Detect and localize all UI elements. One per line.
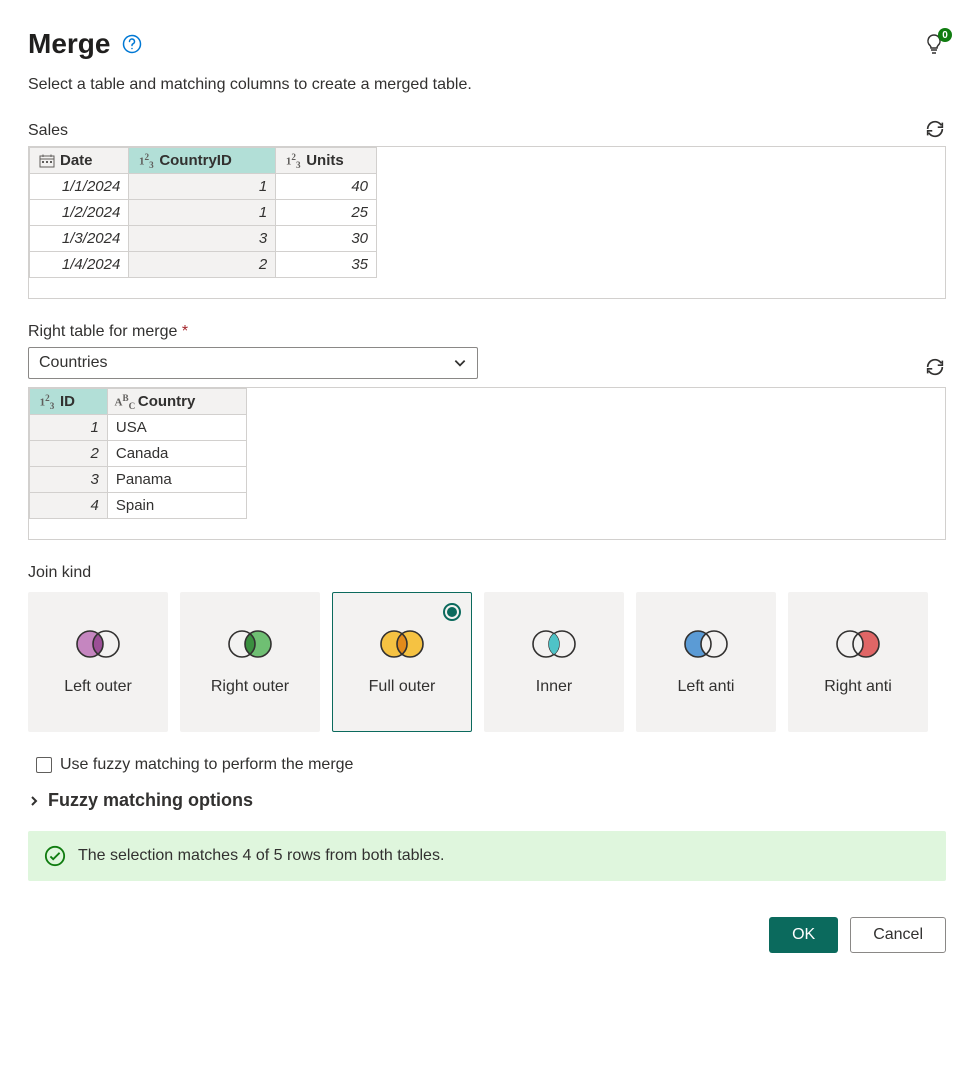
datatype-icon: ABC — [116, 395, 134, 409]
column-header[interactable]: ABCCountry — [107, 389, 246, 415]
join-option-right-outer[interactable]: Right outer — [180, 592, 320, 732]
right-table-preview[interactable]: 123IDABCCountry 1USA2Canada3Panama4Spain — [28, 387, 946, 540]
check-circle-icon — [44, 845, 66, 867]
datatype-icon: 123 — [38, 395, 56, 409]
venn-diagram-icon — [528, 628, 580, 665]
column-header[interactable]: Date — [30, 148, 129, 174]
fuzzy-matching-checkbox[interactable] — [36, 757, 52, 773]
join-option-right-anti[interactable]: Right anti — [788, 592, 928, 732]
right-table-select-value: Countries — [39, 354, 107, 372]
refresh-icon — [924, 356, 946, 378]
join-option-label: Inner — [536, 677, 572, 696]
refresh-left-button[interactable] — [924, 118, 946, 140]
table-cell: 35 — [276, 252, 377, 278]
table-row[interactable]: 1/4/2024235 — [30, 252, 377, 278]
cancel-button[interactable]: Cancel — [850, 917, 946, 953]
join-option-label: Full outer — [369, 677, 436, 696]
venn-diagram-icon — [224, 628, 276, 665]
table-cell: 3 — [30, 467, 108, 493]
table-cell: 2 — [129, 252, 276, 278]
ok-button[interactable]: OK — [769, 917, 838, 953]
right-table-select[interactable]: Countries — [28, 347, 478, 379]
table-cell: 1/2/2024 — [30, 200, 129, 226]
join-option-full-outer[interactable]: Full outer — [332, 592, 472, 732]
datatype-icon: 123 — [284, 154, 302, 168]
tips-button[interactable]: 0 — [922, 32, 946, 56]
column-header[interactable]: 123CountryID — [129, 148, 276, 174]
help-icon[interactable] — [122, 34, 142, 54]
table-cell: 1/3/2024 — [30, 226, 129, 252]
column-header[interactable]: 123ID — [30, 389, 108, 415]
left-table-name: Sales — [28, 122, 68, 140]
venn-diagram-icon — [72, 628, 124, 665]
table-cell: 40 — [276, 174, 377, 200]
table-row[interactable]: 2Canada — [30, 441, 247, 467]
table-cell: 1 — [129, 174, 276, 200]
table-row[interactable]: 1/1/2024140 — [30, 174, 377, 200]
chevron-down-icon — [453, 356, 467, 370]
join-option-label: Left anti — [678, 677, 735, 696]
selected-indicator-icon — [443, 603, 461, 621]
table-row[interactable]: 1USA — [30, 415, 247, 441]
table-cell: 25 — [276, 200, 377, 226]
table-row[interactable]: 1/3/2024330 — [30, 226, 377, 252]
table-cell: Canada — [107, 441, 246, 467]
tips-badge: 0 — [938, 28, 952, 42]
status-banner: The selection matches 4 of 5 rows from b… — [28, 831, 946, 881]
table-cell: 1/1/2024 — [30, 174, 129, 200]
venn-diagram-icon — [680, 628, 732, 665]
join-option-left-anti[interactable]: Left anti — [636, 592, 776, 732]
datatype-icon: 123 — [137, 154, 155, 168]
left-table-preview[interactable]: Date123CountryID123Units 1/1/20241401/2/… — [28, 146, 946, 299]
table-cell: USA — [107, 415, 246, 441]
table-cell: 1/4/2024 — [30, 252, 129, 278]
table-cell: 1 — [30, 415, 108, 441]
join-option-label: Right anti — [824, 677, 892, 696]
table-cell: 4 — [30, 493, 108, 519]
dialog-title: Merge — [28, 28, 110, 60]
join-option-left-outer[interactable]: Left outer — [28, 592, 168, 732]
column-header[interactable]: 123Units — [276, 148, 377, 174]
table-row[interactable]: 1/2/2024125 — [30, 200, 377, 226]
join-kind-label: Join kind — [28, 564, 946, 582]
dialog-subtitle: Select a table and matching columns to c… — [28, 76, 946, 94]
table-cell: 30 — [276, 226, 377, 252]
table-cell: 1 — [129, 200, 276, 226]
table-cell: Spain — [107, 493, 246, 519]
refresh-icon — [924, 118, 946, 140]
refresh-right-button[interactable] — [924, 356, 946, 378]
venn-diagram-icon — [832, 628, 884, 665]
join-option-inner[interactable]: Inner — [484, 592, 624, 732]
venn-diagram-icon — [376, 628, 428, 665]
table-row[interactable]: 4Spain — [30, 493, 247, 519]
fuzzy-matching-label: Use fuzzy matching to perform the merge — [60, 756, 353, 774]
fuzzy-options-toggle[interactable]: Fuzzy matching options — [28, 790, 946, 811]
right-table-label: Right table for merge * — [28, 323, 946, 341]
status-message: The selection matches 4 of 5 rows from b… — [78, 847, 444, 865]
chevron-right-icon — [28, 795, 40, 807]
table-cell: 3 — [129, 226, 276, 252]
datatype-icon — [38, 154, 56, 168]
table-row[interactable]: 3Panama — [30, 467, 247, 493]
join-option-label: Right outer — [211, 677, 289, 696]
join-option-label: Left outer — [64, 677, 132, 696]
table-cell: Panama — [107, 467, 246, 493]
table-cell: 2 — [30, 441, 108, 467]
